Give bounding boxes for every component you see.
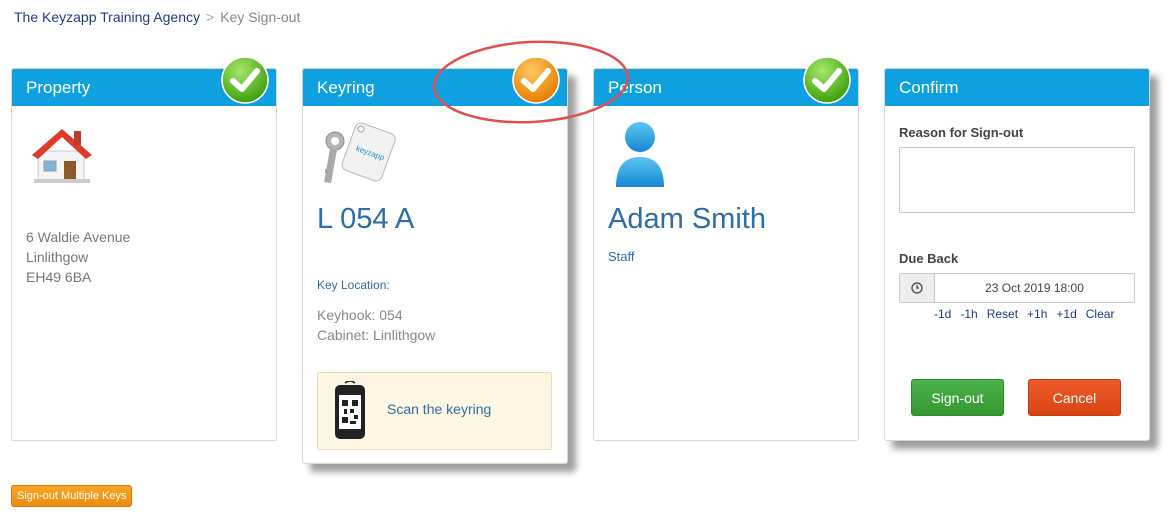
address-line: 6 Waldie Avenue [26,229,131,245]
property-check-icon [221,56,269,104]
scan-keyring-text: Scan the keyring [387,401,492,417]
phone-qr-icon [334,380,366,446]
minus-day-link[interactable]: -1d [934,307,951,321]
scan-keyring-panel[interactable]: Scan the keyring [317,372,552,450]
key-icon: keyzapp [315,119,405,196]
keyring-card[interactable]: Keyring keyzapp L 054 A Key Location: Ke… [302,56,568,464]
keyring-code: L 054 A [317,203,415,235]
due-back-label: Due Back [899,251,959,266]
minus-hour-link[interactable]: -1h [960,307,977,321]
cabinet-line: Cabinet: Linlithgow [317,327,436,343]
address-line: Linlithgow [26,249,89,265]
due-back-value: 23 Oct 2019 18:00 [985,281,1084,295]
property-address: 6 Waldie Avenue Linlithgow EH49 6BA [26,227,130,287]
breadcrumb-current: Key Sign-out [220,9,301,25]
keyhook-line: Keyhook: 054 [317,307,403,323]
confirm-card[interactable]: Confirm Reason for Sign-out Due Back 23 … [884,68,1150,441]
confirm-card-header: Confirm [885,69,1149,106]
key-location-label: Key Location: [317,278,390,292]
plus-hour-link[interactable]: +1h [1027,307,1047,321]
person-role: Staff [608,249,635,264]
sign-out-button[interactable]: Sign-out [911,379,1004,416]
reset-link[interactable]: Reset [987,307,1018,321]
breadcrumb-home-link[interactable]: The Keyzapp Training Agency [14,9,200,25]
address-line: EH49 6BA [26,269,92,285]
clear-link[interactable]: Clear [1086,307,1115,321]
key-location: Keyhook: 054 Cabinet: Linlithgow [317,305,435,345]
house-icon [30,123,94,190]
breadcrumb-separator: > [206,9,215,25]
breadcrumb: The Keyzapp Training Agency > Key Sign-out [14,9,300,25]
reason-input[interactable] [899,147,1135,213]
due-adjust-links: -1d -1h Reset +1h +1d Clear [934,307,1114,321]
clock-icon[interactable] [900,274,935,302]
keyring-check-icon [512,56,560,104]
due-back-field[interactable]: 23 Oct 2019 18:00 [899,273,1135,303]
person-card[interactable]: Person Adam Smith Staff [593,56,859,441]
cancel-button[interactable]: Cancel [1028,379,1121,416]
person-name: Adam Smith [608,203,766,235]
property-card[interactable]: Property 6 Waldie Avenue Linlithgow EH49… [11,56,277,441]
reason-label: Reason for Sign-out [899,125,1024,140]
person-icon [614,121,670,194]
person-check-icon [803,56,851,104]
sign-out-multiple-keys-button[interactable]: Sign-out Multiple Keys [11,485,133,507]
plus-day-link[interactable]: +1d [1056,307,1076,321]
